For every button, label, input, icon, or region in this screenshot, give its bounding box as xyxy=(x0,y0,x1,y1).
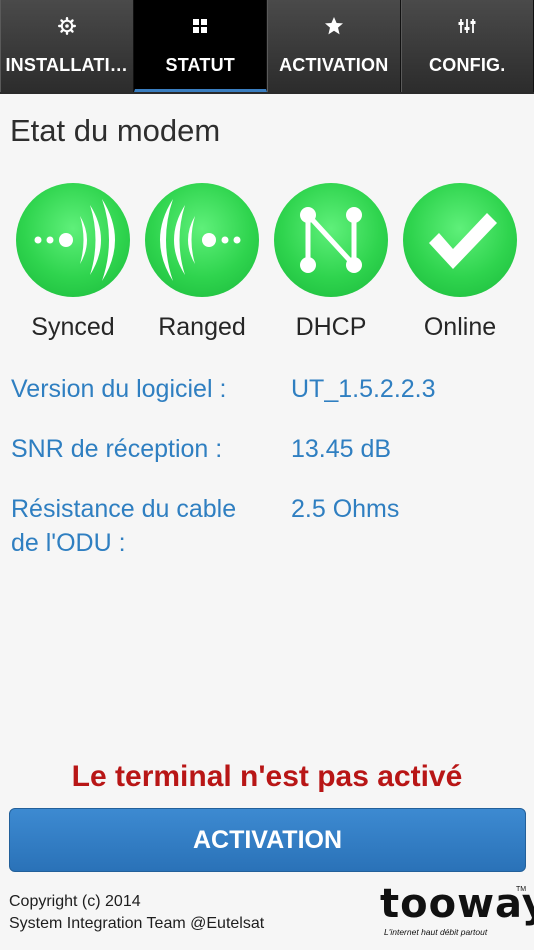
status-dhcp: DHCP xyxy=(266,183,396,342)
tooway-logo: tooway TM L'internet haut débit partout xyxy=(380,881,534,942)
grid-icon xyxy=(190,16,210,36)
synced-signal-icon xyxy=(16,183,130,297)
tab-label: ACTIVATION xyxy=(279,55,389,75)
activation-warning: Le terminal n'est pas activé xyxy=(71,760,463,793)
info-label: Version du logiciel : xyxy=(11,375,227,403)
logo-tagline: L'internet haut débit partout xyxy=(384,927,488,937)
logo-word: tooway xyxy=(380,881,534,927)
status-ranged: Ranged xyxy=(137,183,267,342)
info-label-line: Résistance du cable xyxy=(11,495,237,523)
status-synced: Synced xyxy=(8,183,138,342)
status-label: Online xyxy=(423,313,497,341)
checkmark-icon xyxy=(403,183,517,297)
dhcp-network-icon xyxy=(274,183,388,297)
page-title: Etat du modem xyxy=(10,113,221,148)
info-label-line: de l'ODU : xyxy=(11,529,126,557)
status-label: Ranged xyxy=(158,313,246,341)
footer-line: Copyright (c) 2014 xyxy=(9,893,141,910)
status-online: Online xyxy=(395,183,525,342)
ranged-signal-icon xyxy=(145,183,259,297)
gear-icon xyxy=(57,16,77,36)
activation-button[interactable]: ACTIVATION xyxy=(9,808,526,872)
tab-label: CONFIG. xyxy=(429,55,506,75)
sliders-icon xyxy=(457,16,477,36)
logo-trademark: TM xyxy=(516,886,527,893)
status-label: Synced xyxy=(31,313,115,341)
info-snr: SNR de réception : 13.45 dB xyxy=(11,432,526,466)
tab-installation[interactable]: INSTALLATI… xyxy=(0,0,134,92)
tab-activation[interactable]: ACTIVATION xyxy=(267,0,401,92)
info-value: 2.5 Ohms xyxy=(291,495,400,523)
info-cable-resistance: Résistance du cable de l'ODU : 2.5 Ohms xyxy=(11,492,526,560)
info-label: SNR de réception : xyxy=(11,435,223,463)
tab-statut[interactable]: STATUT xyxy=(133,0,267,92)
info-label: Résistance du cable de l'ODU : xyxy=(11,492,271,560)
star-icon xyxy=(324,16,344,36)
tab-bar: INSTALLATI… STATUT ACTIVATION CONFIG. xyxy=(0,0,534,94)
footer-copyright: Copyright (c) 2014 System Integration Te… xyxy=(9,891,264,935)
tab-config[interactable]: CONFIG. xyxy=(400,0,534,92)
tab-label: INSTALLATI… xyxy=(5,55,128,75)
tab-label: STATUT xyxy=(165,55,236,75)
info-software-version: Version du logiciel : UT_1.5.2.2.3 xyxy=(11,372,526,406)
info-value: UT_1.5.2.2.3 xyxy=(291,375,436,403)
footer-line: System Integration Team @Eutelsat xyxy=(9,915,265,932)
status-label: DHCP xyxy=(295,313,367,341)
status-row: Synced Ranged DHCP Online xyxy=(0,183,534,343)
info-value: 13.45 dB xyxy=(291,435,392,463)
